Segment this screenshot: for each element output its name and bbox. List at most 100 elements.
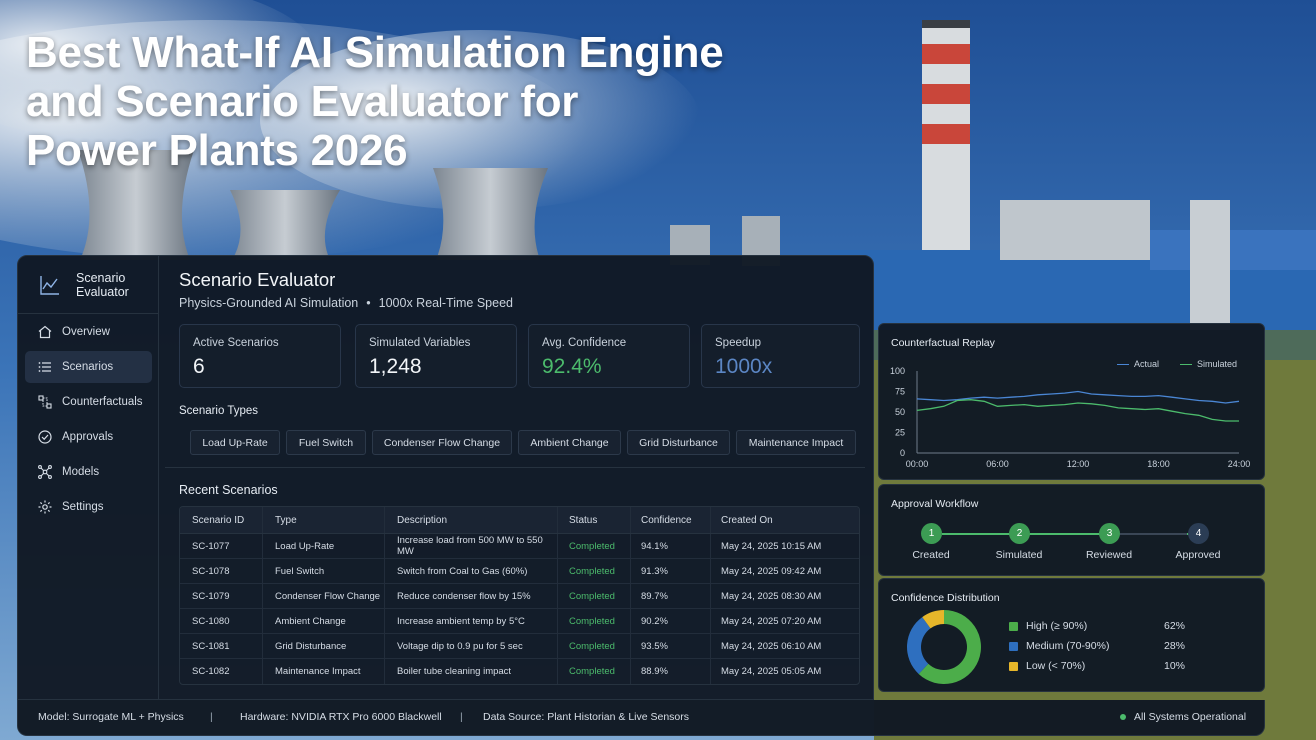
cell-confidence: 91.3% [631,559,711,583]
cell-status: Completed [558,559,631,583]
sidebar-item-label: Scenarios [62,361,114,373]
legend-label: Medium (70-90%) [1026,640,1110,652]
counterfactual-line-chart: 100 75 50 25 000:00 06:00 12:00 18:00 24:00 [890,366,1250,469]
table-row[interactable]: SC-1080 Ambient Change Increase ambient … [180,609,859,634]
series-line-actual [916,390,1240,404]
brand: Scenario Evaluator [18,256,158,314]
step-2-circle[interactable]: 2 [1009,523,1030,544]
cell-created-on: May 24, 2025 06:10 AM [721,640,822,652]
table-row[interactable]: SC-1079 Condenser Flow Change Reduce con… [180,584,859,609]
footer-separator: | [210,711,213,723]
cell-description: Increase ambient temp by 5°C [385,609,558,633]
scenario-types-title: Scenario Types [179,405,259,417]
chip-ambient-change[interactable]: Ambient Change [518,430,621,455]
sidebar-item-models[interactable]: Models [25,456,152,488]
step-2-label: Simulated [995,549,1043,561]
col-created-on[interactable]: Created On [711,507,859,533]
cell-status: Completed [558,634,631,658]
sidebar-item-label: Settings [62,501,104,513]
cell-confidence: 89.7% [631,584,711,608]
table-header: Scenario ID Type Description Status Conf… [180,507,859,534]
footer-system-status: All Systems Operational [1120,711,1246,723]
kpi-label: Speedup [715,337,762,349]
kpi-label: Avg. Confidence [542,337,627,349]
x-tick-label: 06:00 [986,459,1009,469]
series-line-simulated [916,399,1239,422]
hero-title-line2: and Scenario Evaluator for [26,77,579,126]
approval-steps: 1 2 3 4 Created Simulated Reviewed Appro… [879,523,1266,573]
col-confidence[interactable]: Confidence [631,507,711,533]
legend-low: Low (< 70%) 10% [1009,659,1249,679]
hero-title-line3: Power Plants 2026 [26,126,408,175]
table-row[interactable]: SC-1081 Grid Disturbance Voltage dip to … [180,634,859,659]
status-dot-icon [1120,714,1126,721]
sidebar-item-label: Approvals [62,431,114,443]
step-3-circle[interactable]: 3 [1099,523,1120,544]
sidebar-item-label: Counterfactuals [62,396,143,408]
kpi-value: 1,248 [369,355,422,378]
footer-data-source: Data Source: Plant Historian & Live Sens… [483,711,690,723]
step-4-circle[interactable]: 4 [1188,523,1209,544]
x-tick-label: 00:00 [906,459,929,469]
recent-scenarios-table: Scenario ID Type Description Status Conf… [179,506,860,685]
cell-status: Completed [558,584,631,608]
cell-description: Voltage dip to 0.9 pu for 5 sec [385,634,558,658]
sidebar-item-label: Models [62,466,100,478]
cell-type: Condenser Flow Change [263,584,385,608]
sidebar-item-scenarios[interactable]: Scenarios [25,351,152,383]
step-1-circle[interactable]: 1 [921,523,942,544]
kpi-active-scenarios: Active Scenarios 6 [179,324,341,388]
chip-load-up-rate[interactable]: Load Up-Rate [190,430,280,455]
y-tick-label: 100 [890,366,905,376]
sidebar-item-approvals[interactable]: Approvals [25,421,152,453]
sidebar: Scenario Evaluator Overview Scenarios Co… [18,256,159,699]
cell-id: SC-1079 [180,584,263,608]
col-description[interactable]: Description [385,507,558,533]
main-content: Scenario Evaluator Physics-Grounded AI S… [159,256,873,699]
chip-condenser-flow-change[interactable]: Condenser Flow Change [372,430,512,455]
legend-label: Low (< 70%) [1026,660,1086,672]
hero-title-line1: Best What-If AI Simulation Engine [26,28,724,77]
cell-description: Boiler tube cleaning impact [385,659,558,684]
cell-type: Grid Disturbance [263,634,385,658]
kpi-value: 6 [193,355,205,378]
col-scenario-id[interactable]: Scenario ID [180,507,263,533]
subtitle-separator: • [366,296,371,310]
table-row[interactable]: SC-1082 Maintenance Impact Boiler tube c… [180,659,859,684]
chip-fuel-switch[interactable]: Fuel Switch [286,430,366,455]
x-tick-label: 18:00 [1147,459,1170,469]
gear-icon [38,500,52,514]
distribution-legend: High (≥ 90%) 62% Medium (70-90%) 28% Low… [1009,619,1249,679]
brand-line1: Scenario [76,270,126,285]
kpi-row: Active Scenarios 6 Simulated Variables 1… [179,324,860,388]
confidence-distribution-panel: Confidence Distribution High (≥ 90%) 62%… [878,578,1265,692]
chip-grid-disturbance[interactable]: Grid Disturbance [627,430,730,455]
approval-title: Approval Workflow [891,498,979,510]
cell-id: SC-1077 [180,534,263,558]
kpi-simulated-variables: Simulated Variables 1,248 [355,324,517,388]
footer-hardware: Hardware: NVIDIA RTX Pro 6000 Blackwell [240,711,442,723]
col-type[interactable]: Type [263,507,385,533]
network-icon [38,465,52,479]
sidebar-item-counterfactuals[interactable]: Counterfactuals [25,386,152,418]
system-status-text: All Systems Operational [1134,711,1247,723]
cell-description: Reduce condenser flow by 15% [385,584,558,608]
confidence-donut-chart [907,610,981,684]
legend-pct: 62% [1164,620,1186,632]
cell-confidence: 93.5% [631,634,711,658]
counterfactual-replay-panel: Counterfactual Replay Actual Simulated 1… [878,323,1265,480]
status-bar: Model: Surrogate ML + Physics | Hardware… [17,700,1265,736]
table-row[interactable]: SC-1077 Load Up-Rate Increase load from … [180,534,859,559]
brand-name: Scenario Evaluator [76,271,129,299]
scenario-evaluator-window: Scenario Evaluator Overview Scenarios Co… [17,255,874,700]
chip-maintenance-impact[interactable]: Maintenance Impact [736,430,856,455]
sidebar-item-settings[interactable]: Settings [25,491,152,523]
sidebar-item-overview[interactable]: Overview [25,316,152,348]
cell-id: SC-1082 [180,659,263,684]
table-row[interactable]: SC-1078 Fuel Switch Switch from Coal to … [180,559,859,584]
cell-confidence: 88.9% [631,659,711,684]
cell-id: SC-1080 [180,609,263,633]
legend-pct: 28% [1164,640,1186,652]
col-status[interactable]: Status [558,507,631,533]
legend-swatch-medium [1009,642,1018,651]
